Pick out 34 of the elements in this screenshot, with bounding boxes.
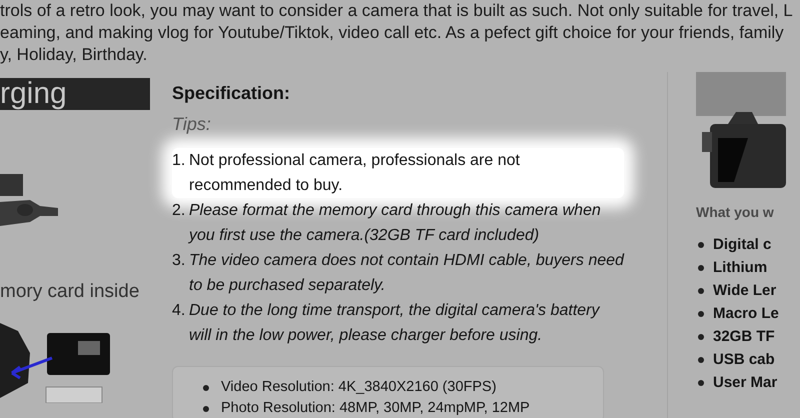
bullet-icon bbox=[203, 384, 209, 390]
section-heading: What you w bbox=[696, 203, 775, 222]
spec-text: Video Resolution: 4K_3840X2160 (30FPS) bbox=[221, 378, 496, 397]
bullet-icon bbox=[698, 334, 704, 340]
section-subheading: Tips: bbox=[172, 113, 212, 136]
package-item: Lithium bbox=[713, 258, 768, 278]
description-line: trols of a retro look, you may want to consider a camera that is built as such. Not only suitable for travel, L bbox=[0, 0, 793, 22]
bullet-icon bbox=[698, 264, 704, 270]
spec-text: Photo Resolution: 48MP, 30MP, 24mpMP, 12MP bbox=[221, 399, 530, 418]
bullet-icon bbox=[698, 242, 704, 248]
image-caption: mory card inside bbox=[0, 280, 140, 304]
package-item: 32GB TF bbox=[713, 327, 775, 347]
tip-text: Please format the memory card through this camera when you first use the camera.(32GB TF card included) bbox=[189, 201, 602, 246]
package-item: Wide Ler bbox=[713, 281, 776, 301]
package-item: Macro Le bbox=[713, 304, 779, 324]
tip-text: Due to the long time transport, the digital camera's battery will in the low power, please charger before using. bbox=[189, 301, 601, 346]
description-line: eaming, and making vlog for Youtube/Tiktok, video call etc. As a pefect gift choice for your friends, family bbox=[0, 22, 784, 44]
list-number: 2. bbox=[172, 201, 186, 221]
bullet-icon bbox=[698, 288, 704, 294]
description-line: y, Holiday, Birthday. bbox=[0, 44, 148, 66]
image-banner-text: rging bbox=[0, 78, 150, 110]
section-heading: Specification: bbox=[172, 82, 292, 105]
tip-text: Not professional camera, professionals are not recommended to buy. bbox=[189, 151, 521, 196]
list-number: 1. bbox=[172, 151, 186, 171]
list-number: 4. bbox=[172, 301, 186, 321]
package-item: Digital c bbox=[713, 235, 772, 255]
bullet-icon bbox=[698, 310, 704, 316]
tip-text: The video camera does not contain HDMI cable, buyers need to be purchased separately. bbox=[189, 251, 624, 296]
package-item: USB cab bbox=[713, 350, 775, 370]
list-number: 3. bbox=[172, 251, 186, 271]
bullet-icon bbox=[698, 356, 704, 362]
bullet-icon bbox=[698, 380, 704, 386]
bullet-icon bbox=[203, 406, 209, 412]
package-item: User Mar bbox=[713, 373, 778, 393]
